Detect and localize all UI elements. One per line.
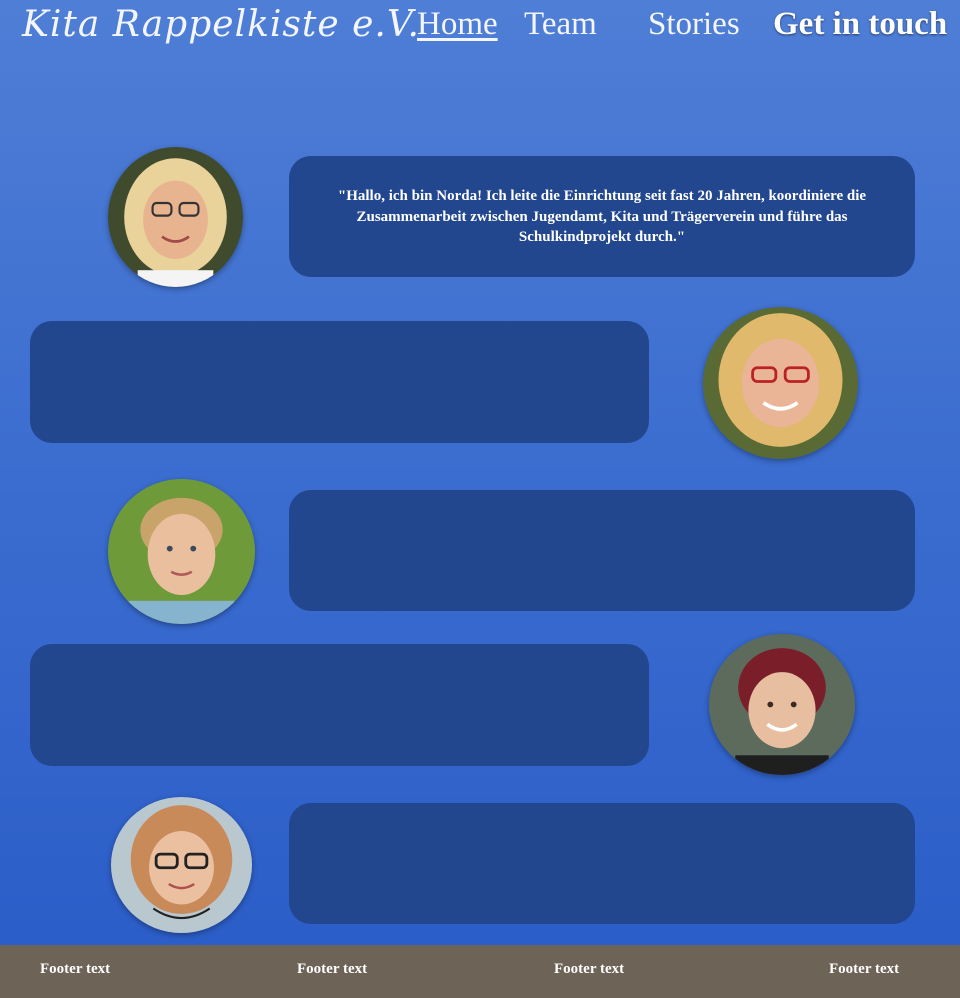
nav-link-stories[interactable]: Stories [648, 6, 740, 43]
footer-text-4: Footer text [829, 961, 900, 977]
footer-text-1: Footer text [40, 961, 111, 977]
team-member-1-quote-bubble: "Hallo, ich bin Norda! Ich leite die Ein… [289, 156, 915, 277]
footer-text-2: Footer text [297, 961, 368, 977]
nav-link-team[interactable]: Team [524, 6, 597, 43]
team-member-2-photo [703, 307, 858, 459]
team-member-5-quote-bubble [289, 803, 915, 924]
team-member-5-photo [111, 797, 252, 933]
footer-text-3: Footer text [554, 961, 625, 977]
footer: Footer text Footer text Footer text Foot… [0, 945, 960, 998]
brand-logo-text[interactable]: Kita Rappelkiste e.V. [22, 4, 420, 45]
top-navigation: Kita Rappelkiste e.V. Home Team Stories … [0, 0, 960, 60]
team-member-2-quote-bubble [30, 321, 649, 443]
team-member-4-photo [709, 634, 855, 775]
team-member-3-photo [108, 479, 255, 624]
nav-link-home[interactable]: Home [417, 6, 498, 43]
team-member-4-quote-bubble [30, 644, 649, 766]
team-member-1-photo [108, 147, 243, 287]
nav-link-get-in-touch[interactable]: Get in touch [773, 6, 947, 43]
team-member-3-quote-bubble [289, 490, 915, 611]
